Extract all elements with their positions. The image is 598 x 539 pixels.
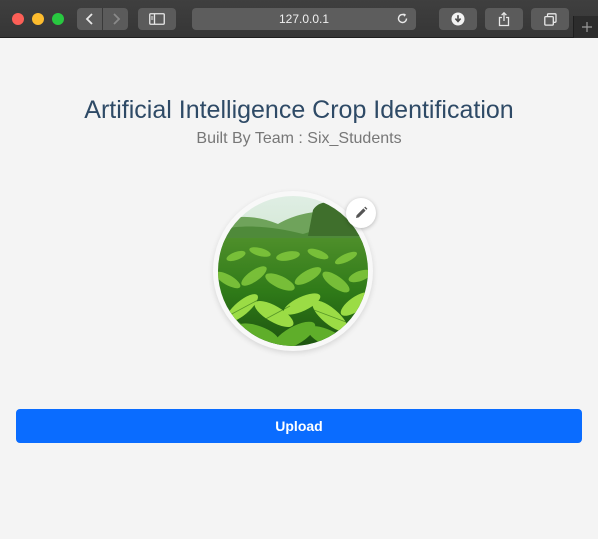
maximize-window-icon[interactable]: [52, 13, 64, 25]
url-text: 127.0.0.1: [278, 12, 330, 26]
navigation-buttons: [77, 8, 128, 30]
forward-button[interactable]: [103, 8, 128, 30]
sidebar-icon: [149, 13, 165, 25]
browser-toolbar: 127.0.0.1: [0, 0, 598, 38]
page-title: Artificial Intelligence Crop Identificat…: [84, 96, 514, 124]
upload-button[interactable]: Upload: [16, 409, 582, 443]
address-bar[interactable]: 127.0.0.1: [192, 8, 416, 30]
tabs-overview-icon: [543, 12, 557, 26]
share-button[interactable]: [485, 8, 523, 30]
chevron-left-icon: [85, 13, 93, 25]
downloads-button[interactable]: [439, 8, 477, 30]
crop-field-image: [218, 196, 368, 346]
sidebar-button[interactable]: [138, 8, 176, 30]
crop-image-preview: [218, 196, 368, 346]
back-button[interactable]: [77, 8, 102, 30]
tab-overview-button[interactable]: [531, 8, 569, 30]
pencil-icon: [356, 206, 368, 218]
page-subtitle: Built By Team : Six_Students: [196, 130, 402, 147]
new-tab-button[interactable]: [573, 16, 598, 38]
chevron-right-icon: [112, 13, 120, 25]
reload-icon[interactable]: [396, 12, 409, 25]
edit-image-button[interactable]: [346, 198, 376, 228]
plus-icon: [581, 22, 592, 32]
download-icon: [451, 12, 465, 26]
share-icon: [498, 11, 510, 26]
minimize-window-icon[interactable]: [32, 13, 44, 25]
close-window-icon[interactable]: [12, 13, 24, 25]
